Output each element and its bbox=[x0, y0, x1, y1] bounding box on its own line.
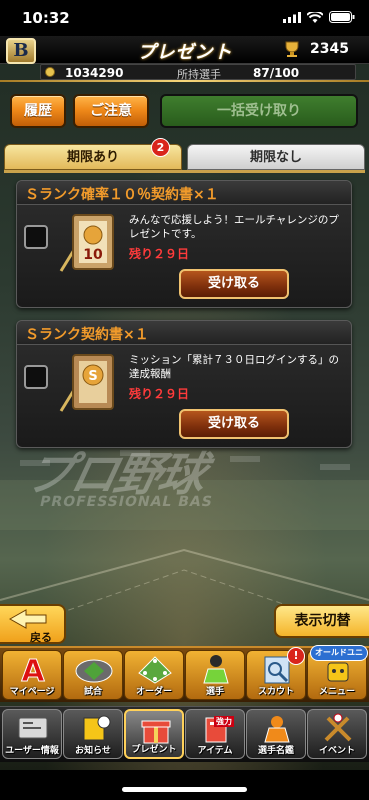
team-logo[interactable]: B bbox=[6, 38, 36, 64]
receive-button[interactable]: 受け取る bbox=[179, 409, 289, 439]
nav-scout[interactable]: スカウト ! bbox=[246, 647, 306, 700]
item-strong-tag: 強力 bbox=[214, 716, 234, 727]
old-uniform-tag: オールドユニ bbox=[310, 645, 368, 661]
coin-icon bbox=[45, 67, 55, 77]
news-icon bbox=[83, 715, 111, 741]
signal-icon bbox=[283, 11, 301, 23]
points-display: 2345 bbox=[282, 40, 349, 58]
history-button[interactable]: 履歴 bbox=[10, 94, 66, 128]
money-value: 1034290 bbox=[65, 66, 124, 80]
app-header: B プレゼント 2345 bbox=[0, 36, 369, 64]
present-checkbox[interactable] bbox=[24, 225, 48, 249]
nav-game[interactable]: 試合 bbox=[63, 650, 123, 700]
svg-text:S: S bbox=[88, 369, 97, 384]
scout-alert-badge: ! bbox=[287, 647, 305, 665]
nav-menu[interactable]: メニュー オールドユニ bbox=[307, 645, 368, 700]
nav-news[interactable]: お知らせ bbox=[63, 709, 123, 759]
battery-icon bbox=[329, 11, 355, 23]
nav-player-book[interactable]: 選手名鑑 bbox=[246, 709, 306, 759]
background-brand-sub: PROFESSIONAL BAS bbox=[38, 494, 215, 510]
nav-item[interactable]: アイテム 強力 bbox=[185, 709, 245, 759]
back-arrow-icon bbox=[8, 609, 47, 629]
player-icon bbox=[203, 655, 229, 684]
event-icon bbox=[324, 713, 352, 742]
present-card-header: Ｓランク確率１０％契約書×１ bbox=[17, 181, 351, 205]
status-time: 10:32 bbox=[22, 9, 70, 27]
present-remaining: 残り２９日 bbox=[129, 247, 190, 261]
points-value: 2345 bbox=[310, 41, 349, 57]
header-divider bbox=[0, 80, 369, 82]
order-icon bbox=[138, 656, 172, 684]
tab-underline bbox=[4, 170, 365, 173]
nav-present[interactable]: プレゼント bbox=[124, 709, 184, 759]
nav-event[interactable]: イベント bbox=[307, 709, 367, 759]
home-indicator[interactable] bbox=[122, 787, 247, 792]
display-toggle-button[interactable]: 表示切替 bbox=[274, 604, 369, 638]
wifi-icon bbox=[307, 11, 323, 23]
bottom-safe-area bbox=[0, 770, 369, 800]
tab-no-deadline[interactable]: 期限なし bbox=[187, 144, 365, 170]
receive-all-button[interactable]: 一括受け取り bbox=[160, 94, 358, 128]
back-label: 戻る bbox=[30, 631, 52, 644]
back-button[interactable]: 戻る bbox=[0, 604, 66, 644]
present-icon bbox=[141, 720, 171, 744]
caution-button[interactable]: ご注意 bbox=[73, 94, 149, 128]
present-card: Ｓランク契約書×１ S ミッション「累計７３０日ログインする」の達成報酬 残り２… bbox=[16, 320, 352, 448]
trophy-icon bbox=[285, 41, 299, 57]
present-title: Ｓランク確率１０％契約書×１ bbox=[25, 187, 219, 203]
nav-mypage[interactable]: A マイページ bbox=[2, 650, 62, 700]
info-bar: 1034290 所持選手 87/100 bbox=[40, 64, 356, 81]
status-bar: 10:32 bbox=[0, 0, 369, 36]
svg-text:A: A bbox=[21, 654, 45, 685]
nav-user-info[interactable]: ユーザー情報 bbox=[2, 709, 62, 759]
nav-player[interactable]: 選手 bbox=[185, 650, 245, 700]
mypage-icon: A bbox=[21, 654, 46, 686]
page-title: プレゼント bbox=[137, 42, 233, 63]
contract-icon: S bbox=[59, 354, 114, 412]
contract-icon: 10 bbox=[59, 214, 114, 272]
nav-order[interactable]: オーダー bbox=[124, 650, 184, 700]
status-icons bbox=[283, 11, 355, 23]
sub-nav: ユーザー情報 お知らせ プレゼント アイテム 強力 選手名鑑 イベント bbox=[0, 706, 369, 762]
owned-players-value: 87/100 bbox=[253, 66, 300, 80]
user-info-icon bbox=[18, 717, 48, 739]
present-description: ミッション「累計７３０日ログインする」の達成報酬 bbox=[129, 354, 339, 380]
present-title: Ｓランク契約書×１ bbox=[25, 327, 149, 343]
present-description: みんなで応援しよう！エールチャレンジのプレゼントです。 bbox=[129, 214, 339, 240]
player-book-icon bbox=[264, 716, 290, 743]
present-remaining: 残り２９日 bbox=[129, 387, 190, 401]
present-checkbox[interactable] bbox=[24, 365, 48, 389]
present-card-header: Ｓランク契約書×１ bbox=[17, 321, 351, 345]
receive-button[interactable]: 受け取る bbox=[179, 269, 289, 299]
main-nav: A マイページ 試合 オーダー 選手 スカウト ! メニュー オールドユニ bbox=[0, 645, 369, 702]
svg-text:10: 10 bbox=[83, 247, 103, 263]
tab-badge: 2 bbox=[151, 138, 170, 157]
stadium-icon bbox=[75, 659, 113, 683]
game-screen: プロ野球 PROFESSIONAL BAS 10:32 B プレゼント 2345… bbox=[0, 0, 369, 800]
present-card: Ｓランク確率１０％契約書×１ 10 みんなで応援しよう！エールチャレンジのプレゼ… bbox=[16, 180, 352, 308]
